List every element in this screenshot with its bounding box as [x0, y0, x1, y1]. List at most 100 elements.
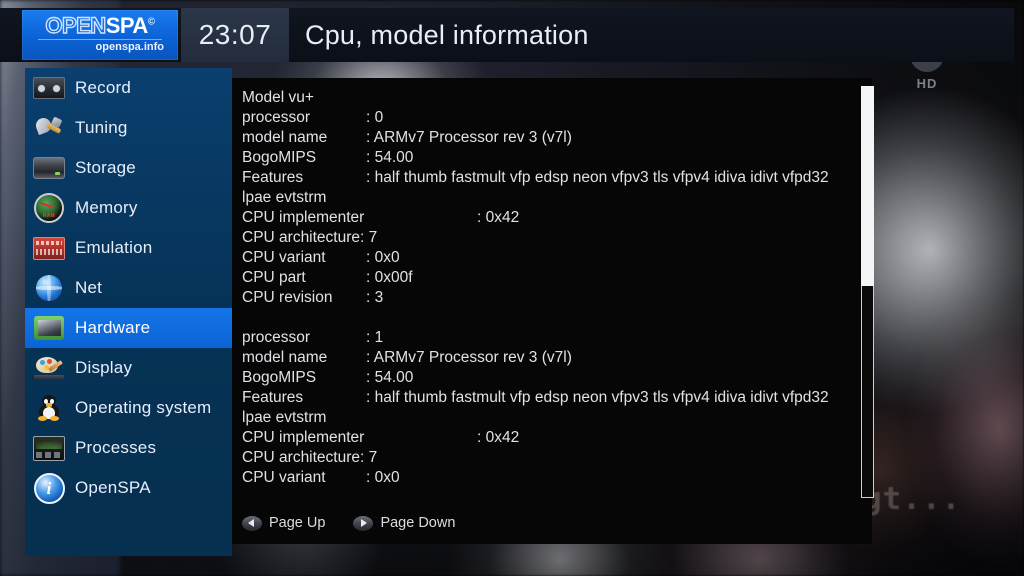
info-key: Model vu+ — [242, 89, 314, 106]
sidebar-item-record[interactable]: Record — [25, 68, 232, 108]
cpu-chip-icon — [29, 313, 69, 343]
chevron-right-icon — [353, 515, 374, 531]
info-key: processor — [242, 109, 311, 126]
sidebar-item-label: OpenSPA — [75, 478, 151, 497]
sidebar-item-processes[interactable]: Processes — [25, 428, 232, 468]
hd-label: HD — [916, 76, 938, 91]
sidebar-item-label: Operating system — [75, 398, 212, 417]
info-value: : 0 — [366, 109, 384, 126]
info-key: CPU architecture: 7 — [242, 449, 378, 466]
chevron-left-glyph — [248, 519, 254, 527]
info-key: lpae evtstrm — [242, 189, 327, 206]
sidebar-item-operating-system[interactable]: Operating system — [25, 388, 232, 428]
info-line: BogoMIPS : 54.00 — [242, 148, 838, 168]
page-up-label: Page Up — [269, 515, 326, 531]
clock: 23:07 — [181, 8, 289, 62]
sidebar-item-label: Net — [75, 278, 103, 297]
sidebar-item-storage[interactable]: Storage — [25, 148, 232, 188]
logo-divider — [38, 39, 162, 40]
info-line: CPU variant : 0x0 — [242, 248, 838, 268]
info-key: model name — [242, 129, 328, 146]
globe-network-icon — [29, 273, 69, 303]
sidebar-item-label: Tuning — [75, 118, 128, 137]
info-value: : 54.00 — [366, 369, 414, 386]
sidebar-item-display[interactable]: Display — [25, 348, 232, 388]
info-value: : 0x42 — [477, 429, 520, 446]
info-line: CPU architecture: 7 — [242, 228, 838, 248]
info-line: model name: ARMv7 Processor rev 3 (v7l) — [242, 348, 838, 368]
sidebar-item-memory[interactable]: RAM Memory — [25, 188, 232, 228]
info-key: BogoMIPS — [242, 149, 317, 166]
logo-subtitle: openspa.info — [95, 41, 164, 53]
info-line: CPU variant: 0x0 — [242, 468, 838, 488]
info-line: lpae evtstrm — [242, 408, 838, 428]
processes-monitor-icon — [29, 433, 69, 463]
info-line: BogoMIPS : 54.00 — [242, 368, 838, 388]
info-key: CPU implementer — [242, 429, 365, 446]
info-value: : 54.00 — [366, 149, 414, 166]
content-panel: Model vu+ processor: 0 model name: ARMv7 P… — [232, 78, 872, 544]
openspa-logo-wordmark: OPENSPA© — [22, 13, 178, 38]
info-key: BogoMIPS — [242, 369, 317, 386]
record-tape-icon — [29, 73, 69, 103]
sidebar-item-label: Hardware — [75, 318, 151, 337]
page-down-label: Page Down — [380, 515, 456, 531]
info-key: lpae evtstrm — [242, 409, 327, 426]
logo-copyright-icon: © — [147, 16, 155, 28]
info-line: CPU part : 0x00f — [242, 268, 838, 288]
info-line: model name : ARMv7 Processor rev 3 (v7l) — [242, 128, 838, 148]
page-title: Cpu, model information — [305, 19, 589, 50]
info-value: : 0x42 — [477, 209, 520, 226]
info-value: : half thumb fastmult vfp edsp neon vfpv… — [366, 389, 829, 406]
chevron-left-icon — [242, 515, 262, 531]
info-key: CPU part — [242, 269, 306, 286]
info-line: CPU implementer : 0x42 — [242, 428, 838, 448]
info-key: Features — [242, 169, 304, 186]
info-value: : 0x0 — [366, 249, 400, 266]
info-key: Features — [242, 389, 304, 406]
logo-open-text: OPEN — [45, 13, 107, 38]
page-down-button[interactable]: Page Down — [353, 515, 455, 531]
cpu-info-text: Model vu+ processor: 0 model name: ARMv7 P… — [242, 88, 838, 488]
info-key: CPU variant — [242, 249, 326, 266]
sidebar-item-label: Record — [75, 78, 132, 97]
info-line: processor : 0 — [242, 108, 838, 128]
info-circle-icon: i — [29, 472, 69, 504]
page-up-button[interactable]: Page Up — [242, 515, 325, 531]
sidebar-item-label: Memory — [75, 198, 138, 217]
info-value: : half thumb fastmult vfp edsp neon vfpv… — [366, 169, 829, 186]
info-line: lpae evtstrm — [242, 188, 838, 208]
sidebar-item-net[interactable]: Net — [25, 268, 232, 308]
info-line: Features : half thumb fastmult vfp edsp n… — [242, 168, 838, 188]
info-line: CPU implementer: 0x42 — [242, 208, 838, 228]
info-line: CPU revision : 3 — [242, 288, 838, 308]
hard-disk-icon — [29, 153, 69, 183]
info-line: processor: 1 — [242, 328, 838, 348]
info-value: : 0x0 — [366, 469, 400, 486]
sidebar-item-emulation[interactable]: Emulation — [25, 228, 232, 268]
palette-brush-icon — [29, 353, 69, 383]
info-key: CPU revision — [242, 289, 333, 306]
sidebar-item-openspa[interactable]: i OpenSPA — [25, 468, 232, 508]
tux-penguin-icon — [29, 393, 69, 423]
sidebar-item-label: Storage — [75, 158, 136, 177]
info-value: : ARMv7 Processor rev 3 (v7l) — [366, 349, 572, 366]
sidebar-item-label: Emulation — [75, 238, 153, 257]
logo-spa-text: SPA — [105, 13, 149, 38]
scrollbar-thumb[interactable] — [861, 86, 874, 286]
info-line: Features : half thumb fastmult vfp edsp n… — [242, 388, 838, 408]
sidebar-item-label: Processes — [75, 438, 157, 457]
info-value: : 3 — [366, 289, 384, 306]
info-value: : 1 — [366, 329, 384, 346]
info-value: : ARMv7 Processor rev 3 (v7l) — [366, 129, 572, 146]
ram-gauge-icon: RAM — [29, 193, 69, 223]
info-key: CPU architecture: 7 — [242, 229, 378, 246]
satellite-dish-icon — [29, 113, 69, 143]
info-value: : 0x00f — [366, 269, 413, 286]
sidebar-item-tuning[interactable]: Tuning — [25, 108, 232, 148]
sidebar-menu[interactable]: Record Tuning Storage RAM Memory Emulation Net… — [25, 68, 232, 556]
tv-osd-screen: Fortsetzung folgt... HD OPENSPA© openspa… — [0, 0, 1024, 576]
sidebar-item-hardware[interactable]: Hardware — [25, 308, 232, 348]
chevron-right-glyph — [361, 519, 368, 527]
